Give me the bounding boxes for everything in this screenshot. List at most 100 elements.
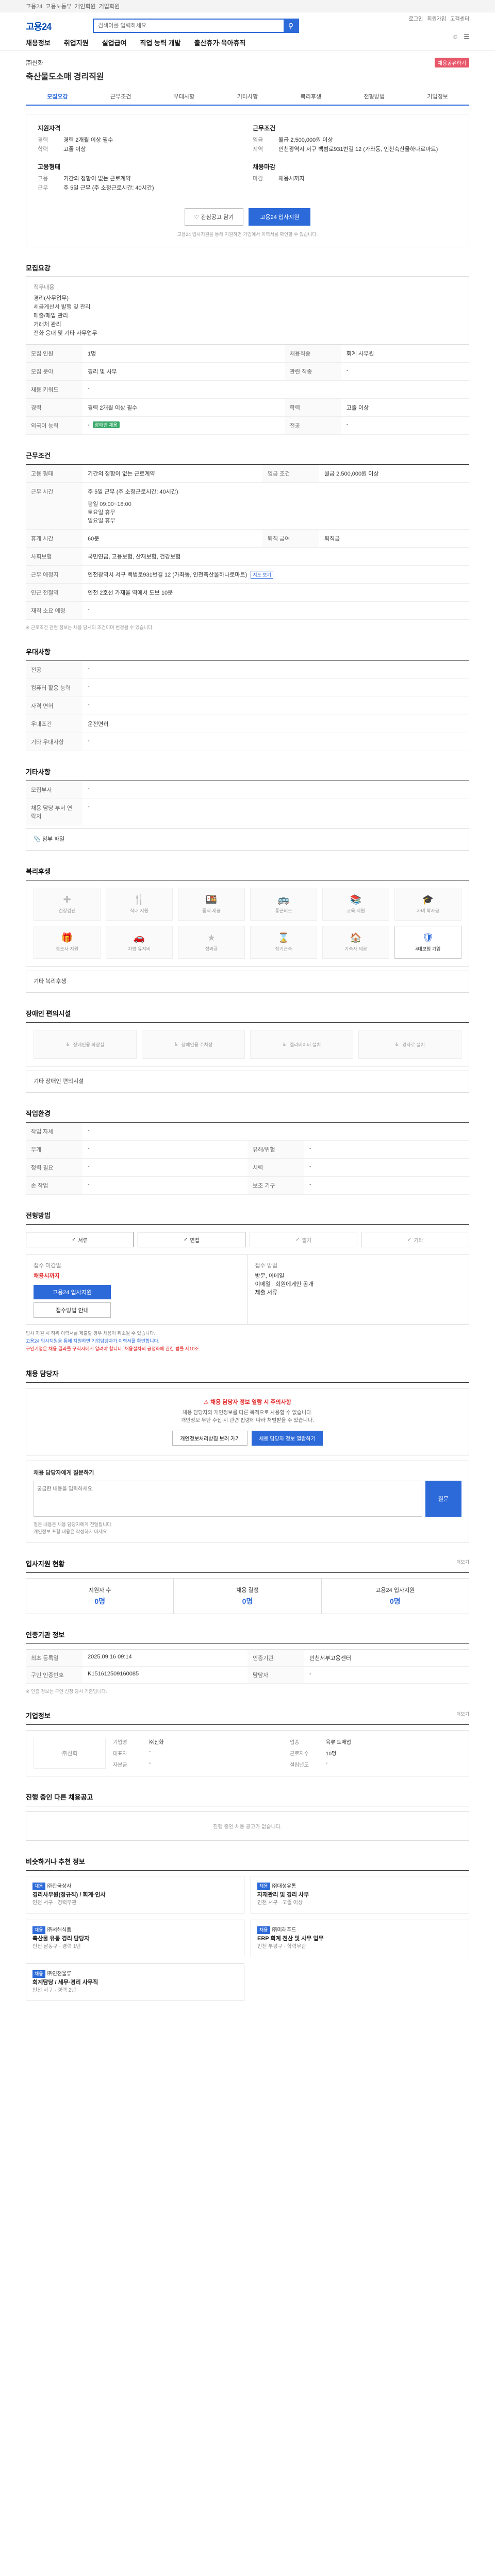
gnb-item[interactable]: 채용정보 (26, 38, 51, 47)
topbar-item[interactable]: 고용노동부 (45, 2, 72, 10)
section-title: 입사지원 현황 (26, 1560, 65, 1568)
scrap-label: 관심공고 담기 (201, 214, 234, 221)
tab-work[interactable]: 근무조건 (89, 88, 153, 105)
job-card[interactable]: 채용 ㈜한국상사 경리사무원(정규직) / 회계·인사 인천 서구 · 경력무관 (26, 1876, 244, 1913)
row-value: - (82, 1176, 248, 1195)
method-label: 서류 (78, 1238, 88, 1244)
tab-bar: 모집요강 근무조건 우대사항 기타사항 복리후생 전형방법 기업정보 (26, 88, 469, 106)
gnb-item[interactable]: 취업지원 (64, 38, 89, 47)
summary-heading: 근무조건 (253, 125, 276, 132)
job-meta: 인천 부평구 · 학력무관 (257, 1944, 306, 1950)
search-icon[interactable]: ⚲ (284, 20, 298, 32)
facility-label: 장애인용 주차장 (181, 1042, 213, 1047)
table-row: 자격 면허 - (26, 697, 469, 715)
shield-icon: 🛡 (422, 933, 434, 943)
env-section: 작업환경 작업 자세 - 무게 - 유해/위험 - 청력 필요 - 시력 - 손 작업 - 보조 … (26, 1108, 469, 1195)
header-links: 로그인 회원가입 고객센터 (409, 14, 469, 22)
row-header: 고용 형태 (26, 465, 82, 483)
row-header: 청력 필요 (26, 1158, 82, 1177)
facility-label: 엘리베이터 설치 (289, 1042, 321, 1047)
login-link[interactable]: 로그인 (409, 14, 423, 22)
menu-icon[interactable]: ☰ (464, 33, 469, 40)
job-card[interactable]: 채용 ㈜인천물류 회계담당 / 세무·경리 사무직 인천 서구 · 경력 2년 (26, 1963, 244, 2001)
pref-section: 우대사항 전공 - 컴퓨터 활용 능력 - 자격 면허 - 우대조건 운전면허 기타 우… (26, 647, 469, 751)
time-detail: 토요일 휴무 (88, 510, 116, 516)
row-value: - (82, 1123, 469, 1141)
job-card[interactable]: 채용 ㈜서해식품 축산물 유통 경리 담당자 인천 남동구 · 경력 1년 (26, 1920, 244, 1957)
job-title: 자재관리 및 경리 사무 (257, 1892, 309, 1898)
elevator-icon: ♿ (282, 1041, 287, 1047)
corp-field-value: ㈜신화 (149, 1740, 164, 1745)
row-value: - (82, 781, 469, 799)
apply-button-2[interactable]: 고용24 입사지원 (34, 1285, 111, 1299)
row-header: 사회보험 (26, 547, 82, 566)
apply-button[interactable]: 고용24 입사지원 (249, 208, 311, 226)
warning-icon: ⚠ (204, 1399, 210, 1405)
table-row: 작업 자세 - (26, 1123, 469, 1141)
corp-field-label: 근로자수 (290, 1751, 309, 1757)
section-title: 작업환경 (26, 1108, 469, 1123)
row-value: - (82, 697, 469, 715)
hourglass-icon: ⌛ (277, 933, 290, 943)
corp-more-link[interactable]: 더보기 (456, 1710, 469, 1717)
summary-value: 경력 2개월 이상 필수 (63, 137, 113, 143)
site-logo[interactable]: 고용24 (26, 20, 52, 33)
summary-heading: 채용마감 (253, 163, 276, 171)
qa-submit-button[interactable]: 질문 (425, 1481, 461, 1517)
summary-note: 고용24 입사지원을 통해 지원하면 기업에서 이력서를 확인할 수 있습니다. (177, 232, 318, 237)
work-note: ※ 근로조건 관련 정보는 채용 당시의 조건이며 변경될 수 있습니다. (26, 625, 154, 630)
row-header: 근무 예정지 (26, 565, 82, 584)
tab-etc[interactable]: 기타사항 (216, 88, 279, 105)
job-meta: 인천 남동구 · 경력 1년 (32, 1944, 81, 1950)
welfare-item: 🍴 식대 지원 (106, 888, 173, 921)
company-name[interactable]: ㈜신화 (26, 58, 43, 67)
job-card[interactable]: 채용 ㈜대성유통 자재관리 및 경리 사무 인천 서구 · 고졸 이상 (251, 1876, 469, 1913)
topbar-item[interactable]: 기업회원 (99, 2, 120, 10)
recruit-table: 모집 인원 1명 채용직종 회계 사무원 모집 분야 경리 및 사무 관련 직종 - 채용 … (26, 345, 469, 435)
tab-corp[interactable]: 기업정보 (406, 88, 469, 105)
info-grid: 최초 등록일 2025.09.16 09:14 인증기관 인천서부고용센터 구인 인증… (26, 1649, 469, 1684)
tab-welfare[interactable]: 복리후생 (279, 88, 342, 105)
stats-more-link[interactable]: 더보기 (456, 1558, 469, 1565)
tab-pref[interactable]: 우대사항 (153, 88, 216, 105)
scrap-button[interactable]: ♡ 관심공고 담기 (184, 208, 244, 226)
job-meta: 인천 서구 · 경력 2년 (32, 1988, 76, 1993)
support-link[interactable]: 고객센터 (450, 14, 469, 22)
work-section: 근무조건 고용 형태 기간의 정함이 없는 근로계약 임금 조건 월급 2,500,0… (26, 450, 469, 631)
welfare-label: 건강검진 (58, 908, 76, 913)
tab-recruit[interactable]: 모집요강 (26, 88, 89, 105)
tab-select[interactable]: 전형방법 (342, 88, 406, 105)
job-meta: 인천 서구 · 경력무관 (32, 1900, 77, 1906)
topbar-item[interactable]: 고용24 (26, 2, 42, 10)
section-title: 진행 중인 다른 채용공고 (26, 1792, 469, 1806)
user-icon[interactable]: ☺ (452, 33, 458, 40)
qa-input[interactable] (34, 1481, 422, 1517)
method-row: ✓ 서류 ✓ 면접 ✓ 필기 ✓ 기타 (26, 1225, 469, 1255)
section-title: 장애인 편의시설 (26, 1008, 469, 1023)
info-header: 인증기관 (248, 1650, 304, 1667)
row-header: 퇴직 급여 (262, 529, 319, 548)
qa-title: 채용 담당자에게 질문하기 (34, 1470, 94, 1476)
topbar-item[interactable]: 개인회원 (75, 2, 95, 10)
job-card[interactable]: 채용 ㈜미래푸드 ERP 회계 전산 및 사무 업무 인천 부평구 · 학력무관 (251, 1920, 469, 1957)
map-button[interactable]: 지도 보기 (251, 571, 273, 579)
signup-link[interactable]: 회원가입 (427, 14, 446, 22)
apply-guide-button[interactable]: 접수방법 안내 (34, 1302, 111, 1318)
row-header: 컴퓨터 활용 능력 (26, 679, 82, 697)
welfare-label: 식대 지원 (130, 908, 148, 913)
summary-key: 마감 (253, 176, 263, 182)
welfare-label: 기숙사 제공 (344, 946, 367, 952)
share-button[interactable]: 채용공유하기 (434, 58, 469, 67)
gnb-item[interactable]: 실업급여 (102, 38, 127, 47)
duty-line: 매출/매입 관리 (34, 313, 68, 319)
row-header: 손 작업 (26, 1176, 82, 1195)
gnb-item[interactable]: 출산휴가·육아휴직 (194, 38, 246, 47)
gnb-item[interactable]: 직업 능력 개발 (140, 38, 181, 47)
row-value: 인천광역시 서구 백범로931번길 12 (가좌동, 인천축산물하나로마트) 지… (82, 565, 469, 584)
view-contact-button[interactable]: 채용 담당자 정보 열람하기 (252, 1431, 323, 1446)
car-icon: 🚗 (133, 933, 145, 943)
row-value: 1명 (82, 345, 285, 363)
search-input[interactable] (94, 20, 284, 32)
privacy-button[interactable]: 개인정보처리방침 보러 가기 (172, 1431, 248, 1446)
row-header: 휴게 시간 (26, 529, 82, 548)
